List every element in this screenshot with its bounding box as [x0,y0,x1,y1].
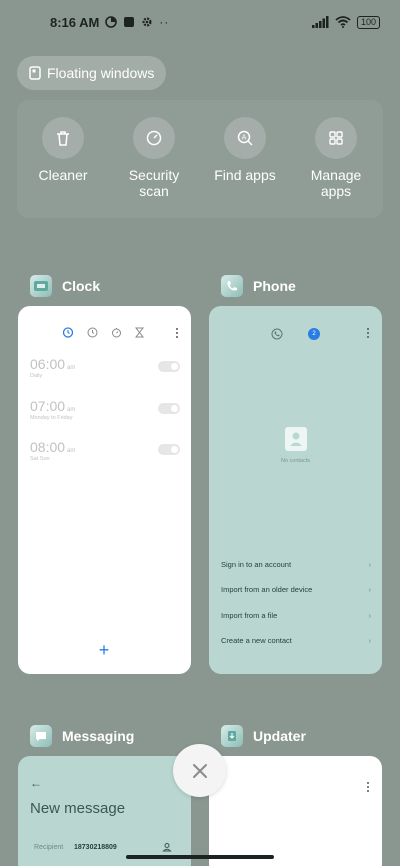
alarm-tab-icon[interactable] [62,326,74,338]
alarm-item[interactable]: 07:00 am Monday to Friday [30,398,180,421]
contacts-tab-badge[interactable]: 2 [308,328,320,340]
chevron-right-icon: › [368,560,372,569]
clock-app-card[interactable]: 06:00 am Daily 07:00 am Monday to Friday 0… [18,306,191,674]
wifi-icon [335,16,351,28]
close-icon [192,763,207,778]
updater-app-name: Updater [253,728,306,744]
clock-app-header[interactable]: Clock [30,275,100,297]
alarm-toggle[interactable] [158,361,180,372]
contact-picker-icon[interactable] [162,842,172,852]
security-scan-tool[interactable]: Security scan [108,117,200,199]
phone-app-name: Phone [253,278,296,294]
cleaner-tool[interactable]: Cleaner [17,117,109,183]
phone-option-label: Import from an older device [221,585,313,594]
settings-gear-icon [142,17,152,27]
alarm-ampm: am [67,365,76,371]
updater-more-icon[interactable] [367,782,370,792]
signal-icon [311,16,329,28]
search-apps-icon: A [224,117,266,159]
recipient-label: Recipient [34,844,64,851]
alarm-ampm: am [67,407,76,413]
alarm-item[interactable]: 06:00 am Daily [30,356,180,379]
updater-app-header[interactable]: Updater [221,725,306,747]
phone-app-header[interactable]: Phone [221,275,296,297]
manage-apps-label: Manage apps [310,167,362,199]
find-apps-tool[interactable]: A Find apps [199,117,291,183]
shield-check-icon [133,117,175,159]
alarm-item[interactable]: 08:00 am Sat Sun [30,439,180,462]
call-log-tab-icon[interactable] [271,328,283,340]
manage-apps-tool[interactable]: Manage apps [290,117,382,199]
timer-tab-icon[interactable] [135,327,144,338]
cleaner-label: Cleaner [38,167,88,183]
recipient-value: 18730218809 [74,844,117,851]
grid-icon [315,117,357,159]
floating-windows-label: Floating windows [47,65,155,81]
add-alarm-button[interactable]: + [93,639,115,661]
security-scan-label: Security scan [128,167,180,199]
phone-option-row[interactable]: Import from an older device › [221,585,371,594]
phone-option-row[interactable]: Sign in to an account › [221,560,371,569]
floating-windows-button[interactable]: Floating windows [17,56,166,90]
phone-option-label: Create a new contact [221,636,292,645]
messaging-app-card[interactable]: ← New message Recipient 18730218809 [18,756,191,866]
world-clock-tab-icon[interactable] [87,327,98,338]
alarm-time: 07:00 [30,398,66,414]
notification-square-icon [124,17,135,27]
find-apps-label: Find apps [214,167,276,183]
alarm-days: Daily [30,373,43,379]
floating-window-icon [29,66,41,80]
home-gesture-bar[interactable] [126,855,274,859]
clock-app-name: Clock [62,278,101,294]
trash-icon [42,117,84,159]
chevron-right-icon: › [368,611,372,620]
phone-app-card[interactable]: 2 No contacts Sign in to an account › Imp… [209,306,382,674]
chevron-right-icon: › [368,636,372,645]
phone-app-icon [221,275,243,297]
battery-indicator: 100 [356,15,380,29]
phone-option-label: Import from a file [221,611,278,620]
messaging-app-name: Messaging [62,728,135,744]
alarm-days: Sat Sun [30,456,50,462]
phone-option-row[interactable]: Create a new contact › [221,636,371,645]
more-notifications-icon: ·· [159,15,170,29]
alarm-time: 08:00 [30,439,66,455]
back-arrow-icon[interactable]: ← [30,776,42,790]
status-time: 8:16 AM [50,14,100,30]
clock-tabs [62,326,144,338]
clock-more-icon[interactable] [176,328,179,338]
updater-app-card[interactable] [209,756,382,866]
alarm-toggle[interactable] [158,444,180,455]
no-contacts-text: No contacts [280,458,311,464]
phone-more-icon[interactable] [367,328,370,338]
messaging-app-header[interactable]: Messaging [30,725,134,747]
new-message-title: New message [30,800,126,817]
messaging-app-icon [30,725,52,747]
data-saver-icon [105,16,118,28]
quick-tools-panel: Cleaner Security scan A Find apps Manage… [17,100,383,218]
alarm-time: 06:00 [30,356,66,372]
svg-text:A: A [242,134,247,142]
phone-option-row[interactable]: Import from a file › [221,611,371,620]
updater-app-icon [221,725,243,747]
chevron-right-icon: › [368,585,372,594]
stopwatch-tab-icon[interactable] [111,327,122,338]
status-bar: 8:16 AM ·· 100 [0,0,400,44]
alarm-toggle[interactable] [158,403,180,414]
clock-app-icon [30,275,52,297]
alarm-days: Monday to Friday [30,415,73,421]
alarm-ampm: am [67,448,76,454]
close-all-button[interactable] [173,744,226,797]
contact-placeholder-icon [285,427,307,451]
phone-option-label: Sign in to an account [221,560,292,569]
